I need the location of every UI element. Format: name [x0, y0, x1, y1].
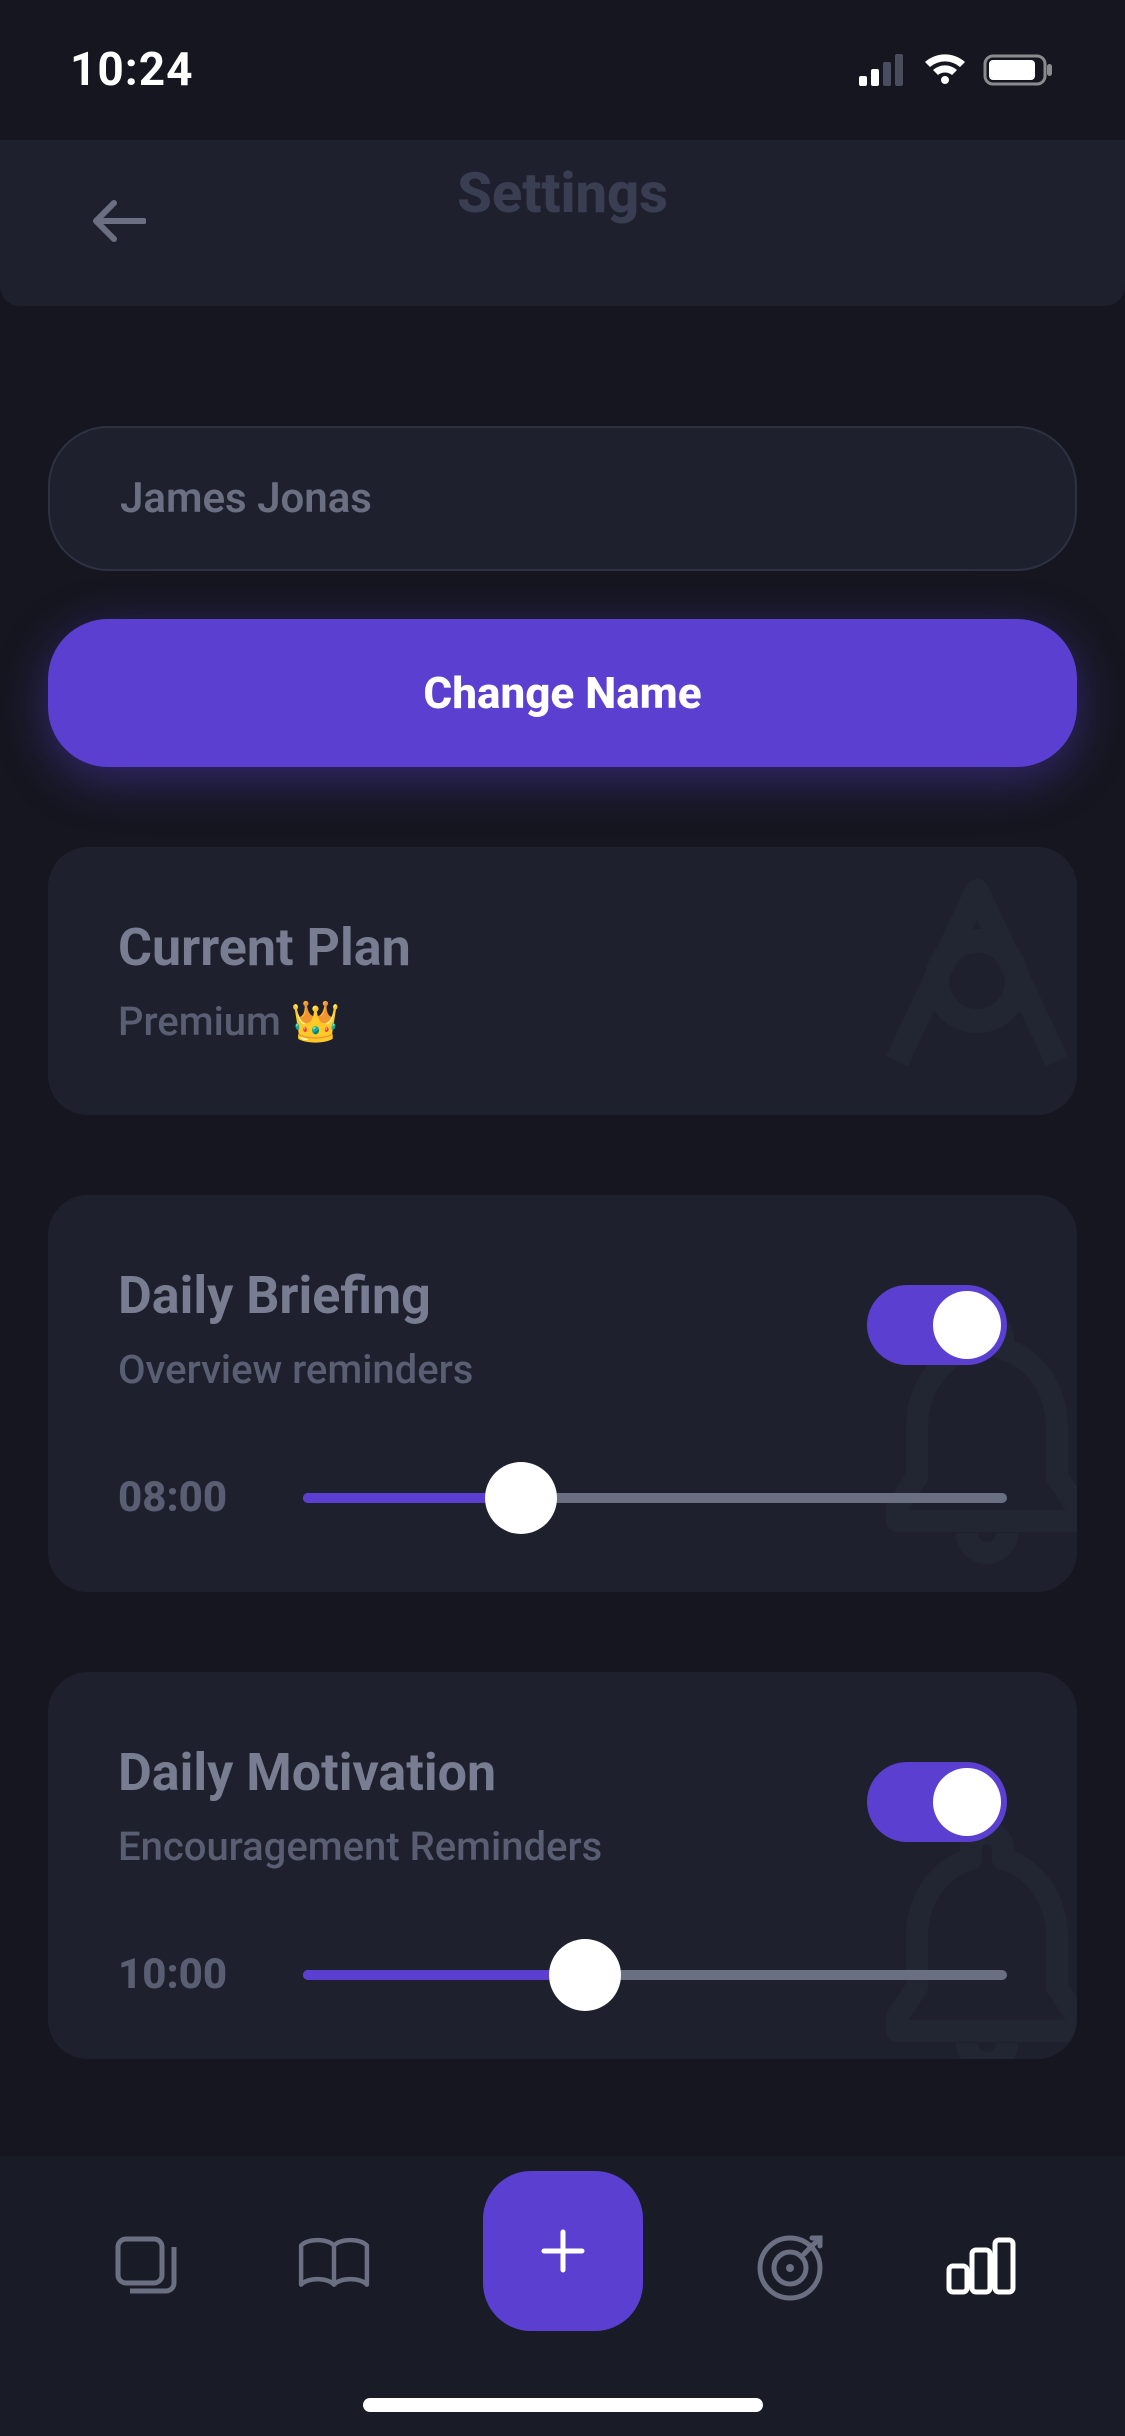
name-value: James Jonas: [120, 474, 372, 523]
page-title: Settings: [457, 160, 668, 226]
plus-icon: [538, 2226, 588, 2276]
briefing-time: 08:00: [118, 1473, 248, 1522]
slider-fill: [303, 1970, 585, 1980]
motivation-card: Daily Motivation Encouragement Reminders…: [48, 1672, 1077, 2059]
change-name-button[interactable]: Change Name: [48, 619, 1077, 767]
cards-icon: [110, 2231, 180, 2301]
header: Settings: [0, 140, 1125, 306]
tab-cards[interactable]: [105, 2226, 185, 2306]
slider-thumb: [485, 1462, 557, 1534]
motivation-slider[interactable]: [303, 1970, 1007, 1980]
status-indicators: [859, 52, 1055, 88]
tab-add[interactable]: [483, 2171, 643, 2331]
back-button[interactable]: [90, 199, 146, 247]
slider-thumb: [549, 1939, 621, 2011]
tab-goals[interactable]: [752, 2226, 832, 2306]
change-name-label: Change Name: [423, 667, 701, 719]
tab-journal[interactable]: [294, 2226, 374, 2306]
briefing-slider[interactable]: [303, 1493, 1007, 1503]
target-icon: [754, 2228, 830, 2304]
back-arrow-icon: [90, 199, 146, 243]
wifi-icon: [921, 52, 969, 88]
plan-card[interactable]: Current Plan Premium 👑: [48, 847, 1077, 1115]
toggle-knob: [933, 1768, 1001, 1836]
tab-bar: [0, 2156, 1125, 2436]
toggle-knob: [933, 1291, 1001, 1359]
briefing-card: Daily Briefing Overview reminders 08:00: [48, 1195, 1077, 1592]
bars-icon: [943, 2236, 1019, 2296]
status-time: 10:24: [70, 43, 194, 97]
briefing-toggle[interactable]: [867, 1285, 1007, 1365]
plan-bg-icon: [847, 851, 1077, 1111]
motivation-time: 10:00: [118, 1950, 248, 1999]
home-indicator[interactable]: [363, 2398, 763, 2412]
status-bar: 10:24: [0, 0, 1125, 140]
tab-stats[interactable]: [941, 2226, 1021, 2306]
battery-icon: [983, 52, 1055, 88]
name-input[interactable]: James Jonas: [48, 426, 1077, 571]
book-icon: [294, 2231, 374, 2301]
motivation-toggle[interactable]: [867, 1762, 1007, 1842]
cellular-icon: [859, 54, 907, 86]
